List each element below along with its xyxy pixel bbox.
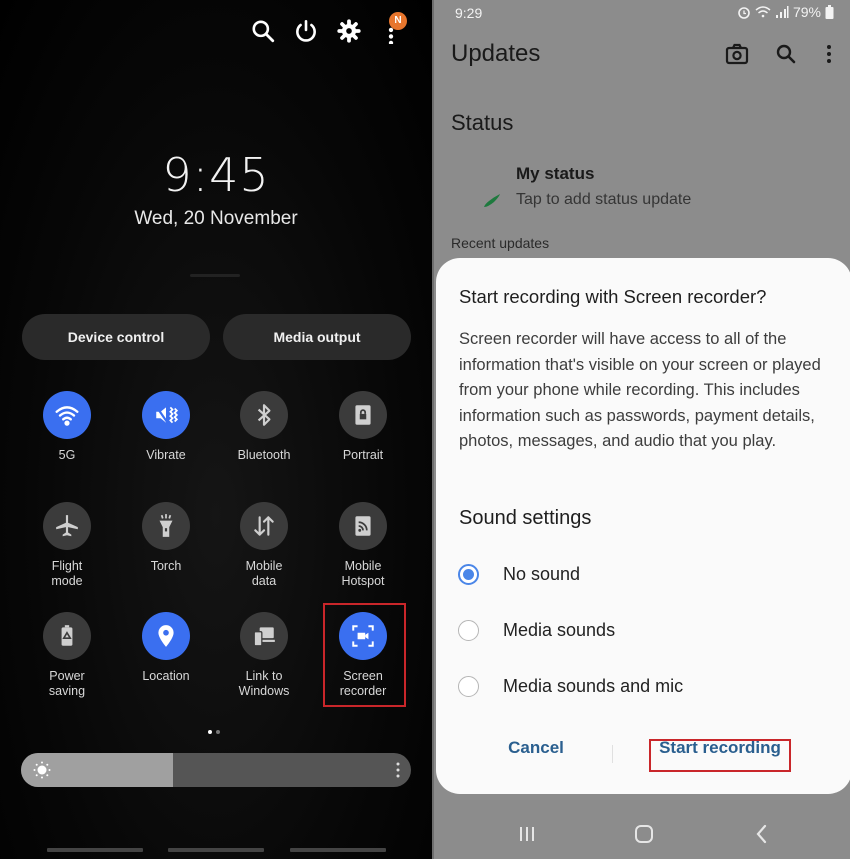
location-icon xyxy=(142,612,190,660)
option-media-sounds[interactable]: Media sounds xyxy=(458,615,615,645)
date: Wed, 20 November xyxy=(134,208,298,229)
tile-location[interactable]: Location xyxy=(117,612,215,684)
vibrate-icon xyxy=(142,391,190,439)
quick-settings-toolbar xyxy=(250,18,410,46)
my-status-title[interactable]: My status xyxy=(516,164,594,184)
brightness-more-icon[interactable] xyxy=(395,761,401,779)
notification-badge: N xyxy=(389,12,407,30)
app-title: Updates xyxy=(451,40,541,67)
start-recording-button[interactable]: Start recording xyxy=(651,738,789,758)
screen-recorder-icon xyxy=(339,612,387,660)
status-avatar-ring xyxy=(484,194,500,207)
airplane-icon xyxy=(43,502,91,550)
option-label: Media sounds and mic xyxy=(503,675,684,696)
status-bar-time: 9:29 xyxy=(455,5,483,21)
nav-bar-segment xyxy=(290,848,386,852)
tile-label: Location xyxy=(142,669,190,683)
my-status-subtitle: Tap to add status update xyxy=(516,191,692,208)
tile-torch[interactable]: Torch xyxy=(117,502,215,574)
signal-icon xyxy=(775,6,789,18)
button-divider xyxy=(612,745,613,763)
brightness-icon xyxy=(33,761,51,779)
tile-label: Portrait xyxy=(342,448,384,462)
battery-icon xyxy=(825,5,834,19)
option-media-sounds-and-mic[interactable]: Media sounds and mic xyxy=(458,671,683,701)
nav-bar-segment xyxy=(168,848,264,852)
sound-settings-header: Sound settings xyxy=(459,507,592,529)
tile-label: Power saving xyxy=(48,669,86,698)
search-icon[interactable] xyxy=(250,18,276,44)
tile-label: 5G xyxy=(58,448,76,462)
quick-settings-panel: N 9:45 Wed, 20 November Device control M… xyxy=(0,0,432,859)
drag-handle[interactable] xyxy=(190,274,240,277)
tile-flight-mode[interactable]: Flight mode xyxy=(18,502,116,589)
hotspot-icon xyxy=(339,502,387,550)
torch-icon xyxy=(142,502,190,550)
whatsapp-updates-screen: 9:29 79% Updates Status My status Tap to… xyxy=(432,0,850,859)
tile-mobile-hotspot[interactable]: Mobile Hotspot xyxy=(314,502,412,589)
device-control-button[interactable]: Device control xyxy=(22,314,210,360)
page-indicator xyxy=(208,721,224,739)
recent-updates-label: Recent updates xyxy=(451,235,550,251)
tile-screen-recorder[interactable]: Screen recorder xyxy=(314,612,412,699)
settings-icon[interactable] xyxy=(336,18,362,44)
media-output-button[interactable]: Media output xyxy=(223,314,411,360)
back-icon[interactable] xyxy=(750,822,774,846)
tile-5g[interactable]: 5G xyxy=(18,391,116,463)
link-to-windows-icon xyxy=(240,612,288,660)
page-dot xyxy=(216,730,220,734)
tile-label: Link to Windows xyxy=(238,669,290,698)
tile-portrait[interactable]: Portrait xyxy=(314,391,412,463)
tile-link-to-windows[interactable]: Link to Windows xyxy=(215,612,313,699)
tile-label: Torch xyxy=(150,559,182,573)
tile-vibrate[interactable]: Vibrate xyxy=(117,391,215,463)
option-label: Media sounds xyxy=(503,619,616,640)
nav-bar-segment xyxy=(47,848,143,852)
search-icon[interactable] xyxy=(774,42,798,66)
wifi-icon xyxy=(43,391,91,439)
option-no-sound[interactable]: No sound xyxy=(458,559,580,589)
power-icon[interactable] xyxy=(293,18,319,44)
dialog-title: Start recording with Screen recorder? xyxy=(459,286,767,307)
recent-apps-icon[interactable] xyxy=(515,822,539,846)
tile-mobile-data[interactable]: Mobile data xyxy=(215,502,313,589)
alarm-icon xyxy=(738,7,750,19)
tile-label: Flight mode xyxy=(51,559,83,588)
tile-label: Screen recorder xyxy=(339,669,387,698)
tile-power-saving[interactable]: Power saving xyxy=(18,612,116,699)
camera-icon[interactable] xyxy=(725,42,749,66)
radio-button[interactable] xyxy=(458,619,479,641)
tile-label: Vibrate xyxy=(146,448,186,462)
tile-label: Mobile Hotspot xyxy=(341,559,385,588)
radio-button[interactable] xyxy=(458,675,479,697)
status-section-header: Status xyxy=(451,110,514,135)
radio-button-selected[interactable] xyxy=(458,563,479,585)
status-bar-icons: 79% xyxy=(737,4,834,20)
page-dot-active xyxy=(208,730,212,734)
option-label: No sound xyxy=(503,563,581,584)
portrait-lock-icon xyxy=(339,391,387,439)
tile-label: Bluetooth xyxy=(237,448,291,462)
cancel-button[interactable]: Cancel xyxy=(496,738,576,758)
power-saving-icon xyxy=(43,612,91,660)
tile-label: Mobile data xyxy=(245,559,283,588)
home-icon[interactable] xyxy=(632,822,656,846)
screen-recorder-dialog: Start recording with Screen recorder? Sc… xyxy=(436,258,850,794)
brightness-slider[interactable] xyxy=(21,753,411,787)
clock: 9:45 xyxy=(162,148,270,202)
dialog-body: Screen recorder will have access to all … xyxy=(459,330,821,450)
tile-bluetooth[interactable]: Bluetooth xyxy=(215,391,313,463)
wifi-icon xyxy=(755,6,771,18)
more-options-icon[interactable] xyxy=(817,42,841,66)
bluetooth-icon xyxy=(240,391,288,439)
mobile-data-icon xyxy=(240,502,288,550)
battery-percent: 79% xyxy=(792,4,821,20)
